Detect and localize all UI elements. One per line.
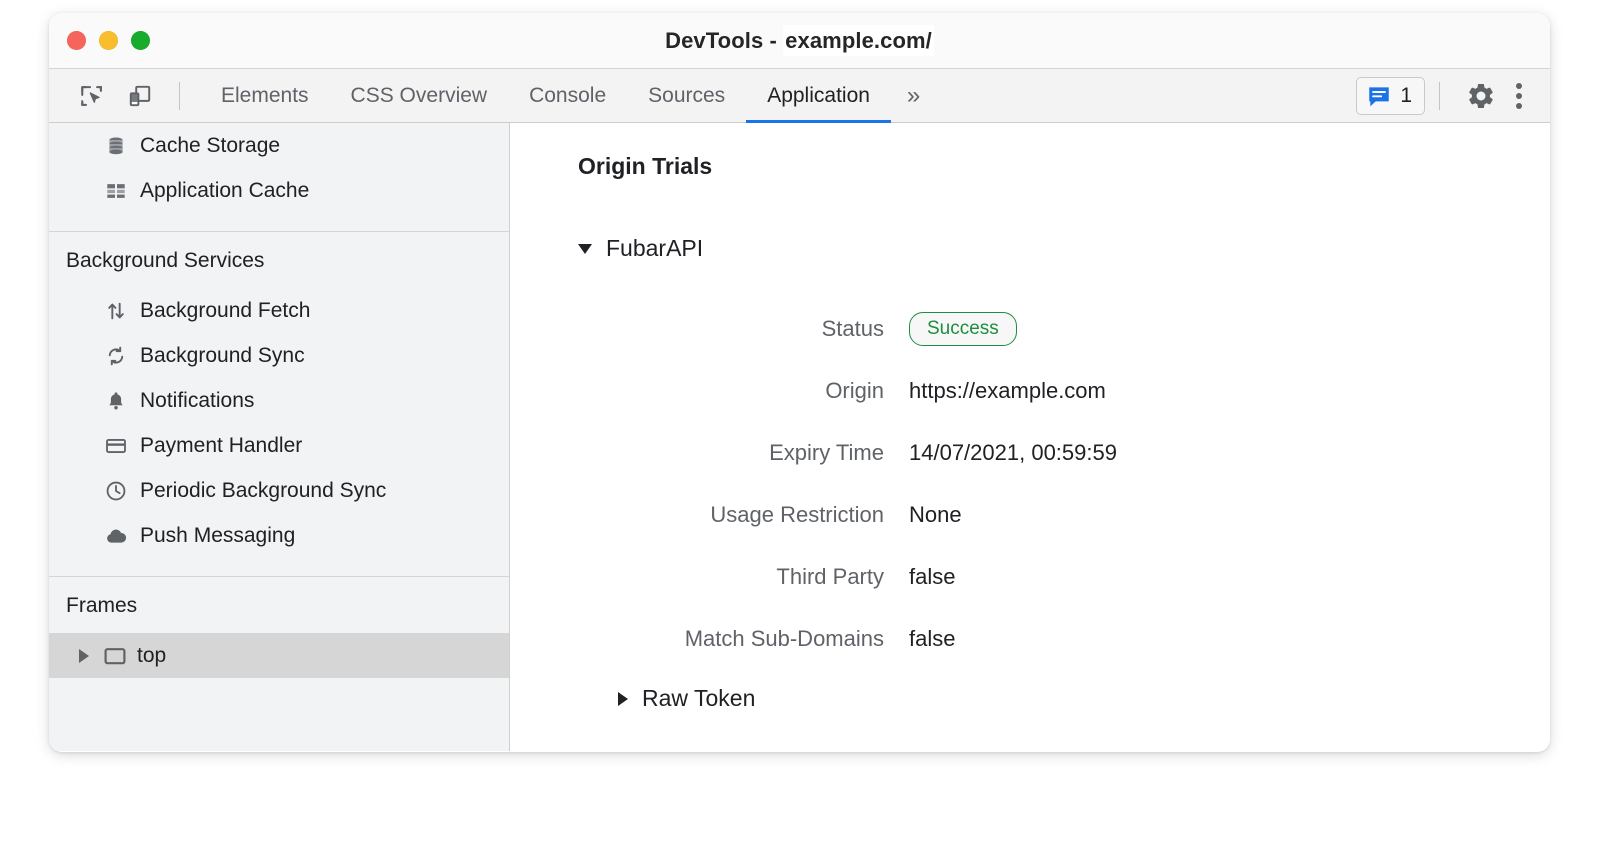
kebab-dot: [1516, 83, 1522, 89]
credit-card-icon: [104, 434, 128, 458]
chevron-down-icon[interactable]: [578, 244, 592, 254]
sidebar-item-label: top: [137, 644, 166, 668]
window-title-host: example.com/: [783, 25, 934, 56]
field-row-origin: Origin https://example.com: [510, 360, 1550, 422]
grid-table-icon: [104, 179, 128, 203]
sidebar-item-label: Application Cache: [140, 179, 309, 203]
tab-application[interactable]: Application: [746, 69, 891, 123]
more-tabs-button[interactable]: »: [891, 69, 934, 123]
field-label: Origin: [510, 378, 909, 404]
sidebar-section-header-frames: Frames: [49, 577, 509, 633]
field-label: Status: [510, 316, 909, 342]
frames-section: Frames top: [49, 577, 509, 678]
chevron-right-icon[interactable]: [618, 692, 628, 706]
frame-window-icon: [103, 644, 127, 668]
raw-token-label: Raw Token: [642, 685, 755, 712]
sidebar-item-notifications[interactable]: Notifications: [49, 378, 509, 423]
field-label: Third Party: [510, 564, 909, 590]
tab-css-overview[interactable]: CSS Overview: [330, 69, 509, 123]
arrows-up-down-icon: [104, 299, 128, 323]
cloud-icon: [104, 524, 128, 548]
sidebar-section-header-background-services: Background Services: [49, 232, 509, 288]
sidebar-item-cache-storage[interactable]: Cache Storage: [49, 123, 509, 168]
kebab-dot: [1516, 103, 1522, 109]
devtools-body: Cache Storage Application Cache: [49, 123, 1550, 751]
field-row-match-sub-domains: Match Sub-Domains false: [510, 608, 1550, 670]
sync-refresh-icon: [104, 344, 128, 368]
toolbar-divider-2: [1439, 82, 1440, 110]
panel-title: Origin Trials: [578, 153, 712, 180]
panel-tabs: Elements CSS Overview Console Sources Ap…: [200, 69, 934, 123]
trial-name: FubarAPI: [606, 235, 703, 262]
field-label: Usage Restriction: [510, 502, 909, 528]
inspect-element-icon: [79, 83, 105, 109]
sidebar-item-label: Notifications: [140, 389, 254, 413]
device-toolbar-icon: [127, 83, 153, 109]
field-label: Expiry Time: [510, 440, 909, 466]
tab-console[interactable]: Console: [508, 69, 627, 123]
console-messages-button[interactable]: 1: [1356, 77, 1425, 115]
tab-sources[interactable]: Sources: [627, 69, 746, 123]
clock-icon: [104, 479, 128, 503]
database-icon: [104, 134, 128, 158]
raw-token-row[interactable]: Raw Token: [618, 685, 755, 712]
bell-icon: [104, 389, 128, 413]
toggle-device-toolbar-button[interactable]: [119, 75, 161, 117]
sidebar-item-background-sync[interactable]: Background Sync: [49, 333, 509, 378]
console-message-count: 1: [1400, 85, 1412, 106]
field-row-expiry-time: Expiry Time 14/07/2021, 00:59:59: [510, 422, 1550, 484]
field-value: false: [909, 564, 955, 590]
kebab-dot: [1516, 93, 1522, 99]
sidebar-item-label: Push Messaging: [140, 524, 295, 548]
field-value: false: [909, 626, 955, 652]
trial-fields: Status Success Origin https://example.co…: [510, 298, 1550, 670]
sidebar-item-push-messaging[interactable]: Push Messaging: [49, 513, 509, 558]
main-menu-button[interactable]: [1502, 76, 1536, 116]
sidebar-item-label: Cache Storage: [140, 134, 280, 158]
window-title-prefix: DevTools -: [665, 28, 783, 53]
sidebar-item-background-fetch[interactable]: Background Fetch: [49, 288, 509, 333]
sidebar-item-frame-top[interactable]: top: [49, 633, 509, 678]
devtools-window: DevTools - example.com/ El: [49, 13, 1550, 752]
settings-button[interactable]: [1460, 75, 1502, 117]
field-row-third-party: Third Party false: [510, 546, 1550, 608]
field-row-usage-restriction: Usage Restriction None: [510, 484, 1550, 546]
origin-trials-panel: Origin Trials FubarAPI Status Success Or…: [510, 123, 1550, 751]
sidebar-item-application-cache[interactable]: Application Cache: [49, 168, 509, 213]
tab-elements[interactable]: Elements: [200, 69, 330, 123]
field-value: 14/07/2021, 00:59:59: [909, 440, 1117, 466]
background-services-section: Background Services Background Fetch: [49, 232, 509, 558]
title-bar: DevTools - example.com/: [49, 13, 1550, 69]
field-value: Success: [909, 312, 1017, 346]
sidebar-item-payment-handler[interactable]: Payment Handler: [49, 423, 509, 468]
trial-header-row[interactable]: FubarAPI: [578, 235, 703, 262]
field-value: https://example.com: [909, 378, 1106, 404]
sidebar-item-label: Background Fetch: [140, 299, 310, 323]
devtools-toolbar: Elements CSS Overview Console Sources Ap…: [49, 69, 1550, 123]
inspect-element-button[interactable]: [71, 75, 113, 117]
field-value: None: [909, 502, 962, 528]
toolbar-divider: [179, 82, 180, 110]
gear-icon: [1466, 81, 1496, 111]
sidebar-item-periodic-background-sync[interactable]: Periodic Background Sync: [49, 468, 509, 513]
chevron-right-icon[interactable]: [79, 649, 89, 663]
status-badge: Success: [909, 312, 1017, 346]
application-sidebar: Cache Storage Application Cache: [49, 123, 510, 751]
sidebar-item-label: Background Sync: [140, 344, 305, 368]
storage-section: Cache Storage Application Cache: [49, 123, 509, 213]
sidebar-item-label: Periodic Background Sync: [140, 479, 386, 503]
toolbar-left-group: [49, 75, 192, 117]
field-label: Match Sub-Domains: [510, 626, 909, 652]
sidebar-item-label: Payment Handler: [140, 434, 302, 458]
toolbar-right-group: 1: [1356, 75, 1550, 117]
window-title-wrap: DevTools - example.com/: [49, 13, 1550, 69]
page-title: DevTools - example.com/: [665, 28, 934, 54]
field-row-status: Status Success: [510, 298, 1550, 360]
message-bubble-icon: [1366, 83, 1392, 109]
